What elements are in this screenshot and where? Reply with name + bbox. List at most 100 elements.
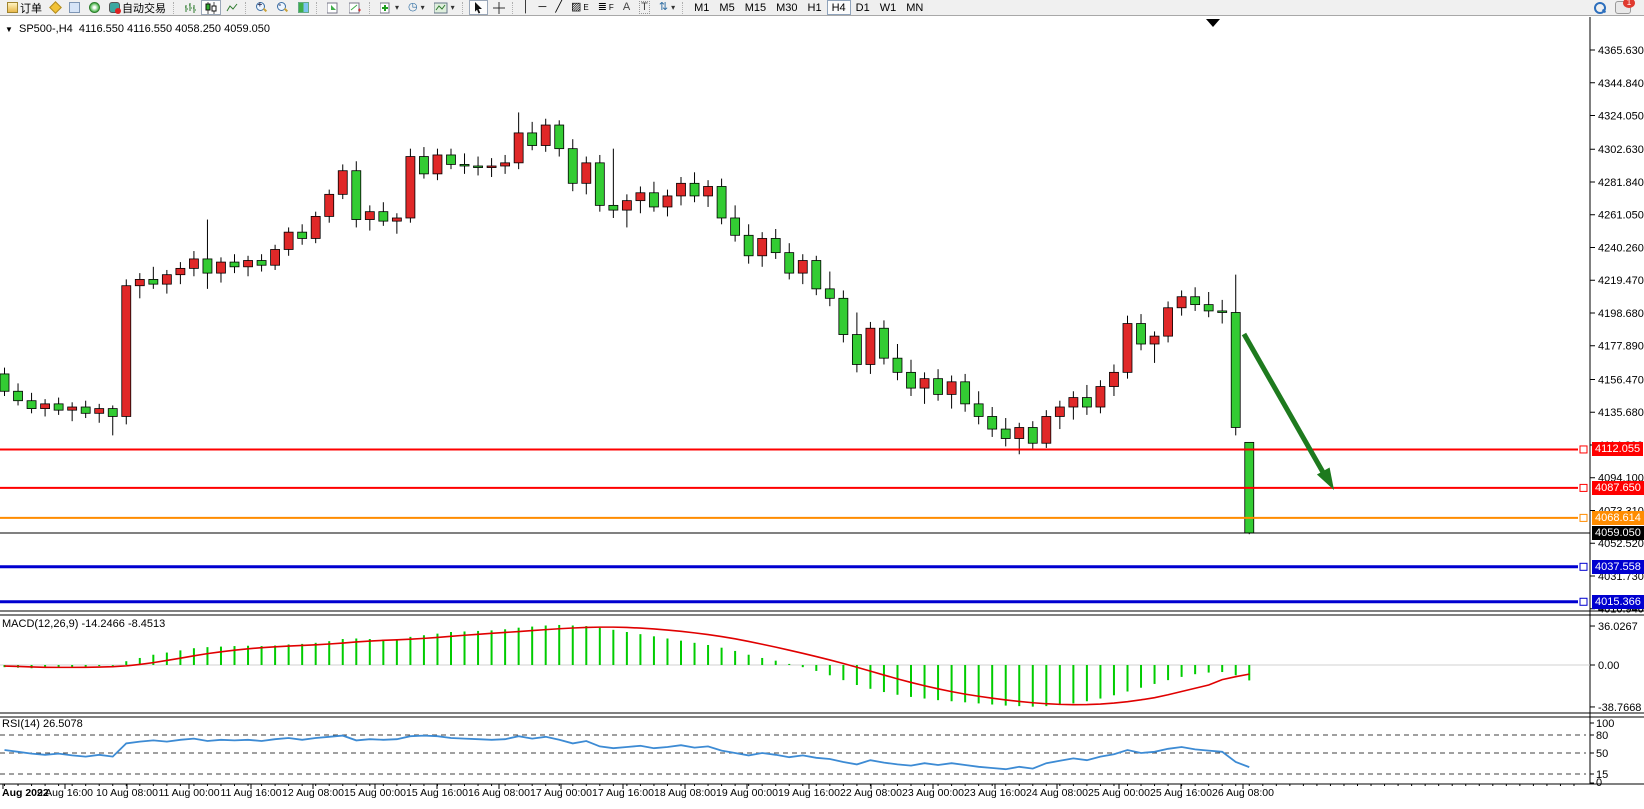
search-button[interactable] xyxy=(1589,0,1610,15)
candle xyxy=(1001,429,1010,438)
arrange-charts-plus-button[interactable] xyxy=(345,0,366,15)
text-tool[interactable]: A xyxy=(619,0,634,15)
chart-dropdown-icon[interactable]: ▼ xyxy=(5,25,13,34)
price-axis-label: 4261.050 xyxy=(1598,210,1644,222)
candle xyxy=(311,216,320,238)
trendline-tool[interactable]: ╱ xyxy=(551,0,566,15)
zoom-out-button[interactable]: - xyxy=(273,0,293,15)
arrange-charts-icon xyxy=(327,2,340,14)
candle xyxy=(433,155,442,174)
autotrading-button[interactable]: 自动交易 xyxy=(105,0,170,15)
candle xyxy=(176,268,185,274)
vertical-line-tool[interactable]: │ xyxy=(519,0,534,15)
candle xyxy=(893,358,902,372)
candle xyxy=(271,249,280,265)
orders-button[interactable]: 订单 xyxy=(3,0,46,15)
bar-chart-icon xyxy=(184,2,196,14)
time-axis-label: 23 Aug 16:00 xyxy=(964,787,1026,799)
notification-badge: 1 xyxy=(1623,0,1635,8)
bar-chart-button[interactable] xyxy=(180,0,200,15)
rsi-axis-label: 80 xyxy=(1596,730,1608,742)
line-chart-button[interactable] xyxy=(222,0,242,15)
arrow-object[interactable] xyxy=(1244,334,1334,490)
candle xyxy=(216,262,225,273)
candle xyxy=(446,155,455,164)
orders-label: 订单 xyxy=(20,0,42,16)
notifications-button[interactable]: 1 xyxy=(1611,0,1635,15)
candle xyxy=(1055,407,1064,416)
new-order-button[interactable] xyxy=(47,0,64,15)
price-axis-label: 4344.840 xyxy=(1598,78,1644,90)
candle xyxy=(852,335,861,365)
candle xyxy=(514,133,523,163)
candle xyxy=(622,201,631,210)
rsi-line xyxy=(5,736,1250,770)
price-tag: 4068.614 xyxy=(1592,511,1644,525)
macd-axis-label: 36.0267 xyxy=(1598,621,1638,633)
top-toolbar: 订单 自动交易 + - ▾ ◷ ▾ ▾ xyxy=(0,0,1644,16)
price-axis-label: 4240.260 xyxy=(1598,242,1644,254)
timeframe-clock-button[interactable]: ◷ ▾ xyxy=(404,0,429,15)
candle xyxy=(663,196,672,207)
timeframe-m30[interactable]: M30 xyxy=(771,0,802,15)
candle xyxy=(582,163,591,183)
autotrading-icon xyxy=(109,2,120,13)
timeframe-h4[interactable]: H4 xyxy=(827,0,851,15)
candle xyxy=(68,407,77,410)
time-axis-label: 22 Aug 08:00 xyxy=(840,787,902,799)
timeframe-w1[interactable]: W1 xyxy=(875,0,902,15)
profile-button[interactable] xyxy=(65,0,84,15)
fibonacci-tool[interactable]: ≣ F xyxy=(594,0,618,15)
candle xyxy=(1028,427,1037,443)
candle xyxy=(907,372,916,388)
timeframe-m5[interactable]: M5 xyxy=(714,0,739,15)
channel-tool[interactable]: ▨ E xyxy=(567,0,593,15)
chart-ohlc: 4116.550 4116.550 4058.250 4059.050 xyxy=(79,23,270,35)
fibonacci-letter: F xyxy=(609,3,614,12)
templates-button[interactable]: ▾ xyxy=(430,0,459,15)
clock-icon: ◷ xyxy=(408,2,418,13)
timeframe-h1[interactable]: H1 xyxy=(803,0,827,15)
candle xyxy=(1231,312,1240,427)
time-axis-label: 17 Aug 00:00 xyxy=(530,787,592,799)
text-label-tool[interactable]: T xyxy=(635,0,654,15)
indicators-button[interactable]: ▾ xyxy=(376,0,403,15)
arrange-charts-button[interactable] xyxy=(323,0,344,15)
tile-windows-icon xyxy=(298,2,309,13)
horizontal-line-objects[interactable] xyxy=(0,446,1590,605)
candle xyxy=(1204,305,1213,311)
macd-layer xyxy=(0,625,1590,707)
toolbar-grip xyxy=(682,2,686,14)
toolbar-grip xyxy=(316,2,320,14)
autotrading-label: 自动交易 xyxy=(122,0,166,16)
timeframe-mn[interactable]: MN xyxy=(901,0,928,15)
hline-endpoint-marker xyxy=(1580,563,1587,570)
horizontal-line-tool[interactable]: ─ xyxy=(535,0,551,15)
timeframe-d1[interactable]: D1 xyxy=(851,0,875,15)
candle xyxy=(934,379,943,395)
candlestick-chart-button[interactable] xyxy=(201,0,221,15)
candle xyxy=(95,409,104,414)
timeframe-m1[interactable]: M1 xyxy=(689,0,714,15)
cursor-button[interactable] xyxy=(469,0,488,15)
candle xyxy=(974,404,983,417)
candle xyxy=(798,261,807,274)
candle xyxy=(41,404,50,409)
crosshair-button[interactable] xyxy=(489,0,509,15)
dropdown-icon: ▾ xyxy=(671,3,675,12)
time-axis-label: 10 Aug 08:00 xyxy=(96,787,158,799)
timeframe-m15[interactable]: M15 xyxy=(740,0,771,15)
arrows-tool[interactable]: ⇅ ▾ xyxy=(655,0,679,15)
fibonacci-icon: ≣ xyxy=(598,2,607,13)
time-axis-label: 11 Aug 00:00 xyxy=(158,787,219,799)
candle xyxy=(704,186,713,195)
candle xyxy=(1109,372,1118,386)
candle xyxy=(771,238,780,252)
tile-windows-button[interactable] xyxy=(294,0,313,15)
time-axis-label: 25 Aug 00:00 xyxy=(1088,787,1150,799)
candle xyxy=(988,416,997,429)
hline-endpoint-marker xyxy=(1580,446,1587,453)
macd-axis-label: -38.7668 xyxy=(1598,702,1641,714)
broadcast-button[interactable] xyxy=(85,0,104,15)
zoom-in-button[interactable]: + xyxy=(252,0,272,15)
